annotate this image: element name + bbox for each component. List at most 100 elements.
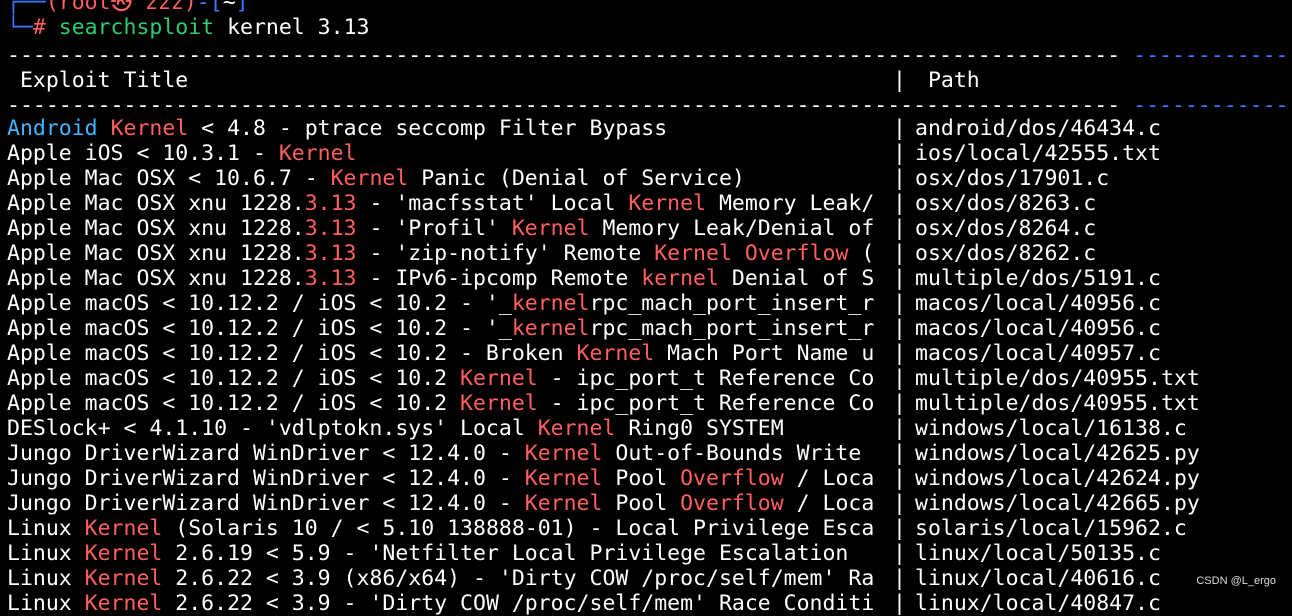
title-text: Apple macOS < 10.12.2 / iOS < 10.2 - Bro… — [7, 341, 577, 366]
table-row: Apple macOS < 10.12.2 / iOS < 10.2 Kerne… — [7, 391, 1292, 416]
keyword-highlight: Kernel — [84, 591, 163, 616]
exploit-rows: Android Kernel < 4.8 - ptrace seccomp Fi… — [7, 116, 1292, 616]
title-text: Apple iOS < 10.3.1 - — [7, 141, 279, 166]
command-line: └─# searchsploit kernel 3.13 — [7, 15, 1292, 40]
keyword-highlight: kernel — [511, 291, 590, 316]
table-row: Linux Kernel 2.6.19 < 5.9 - 'Netfilter L… — [7, 541, 1292, 566]
title-text: Jungo DriverWizard WinDriver < 12.4.0 - — [7, 491, 525, 516]
title-text: Apple Mac OSX xnu 1228. — [7, 216, 305, 241]
title-text: < 4.8 - ptrace seccomp Filter Bypass — [188, 116, 668, 141]
exploit-path: osx/dos/17901.c — [915, 166, 1110, 191]
header-separator: | — [893, 68, 906, 93]
keyword-highlight: Kernel — [511, 216, 590, 241]
column-separator: | — [893, 316, 906, 341]
keyword-highlight: Kernel — [84, 541, 163, 566]
exploit-title: Linux Kernel 2.6.22 < 3.9 - 'Dirty COW /… — [7, 591, 893, 616]
title-text: Apple macOS < 10.12.2 / iOS < 10.2 - '_ — [7, 316, 512, 341]
command-args: kernel 3.13 — [214, 15, 370, 40]
table-row: Apple Mac OSX < 10.6.7 - Kernel Panic (D… — [7, 166, 1292, 191]
title-text: / Loca — [783, 491, 875, 516]
keyword-highlight: Kernel — [654, 241, 732, 266]
column-separator: | — [893, 491, 906, 516]
table-row: Linux Kernel (Solaris 10 / < 5.10 138888… — [7, 516, 1292, 541]
column-separator: | — [893, 566, 906, 591]
prompt-cwd-open: -[ — [196, 0, 223, 15]
prompt-hash: # — [32, 15, 59, 40]
title-text: Linux — [7, 566, 85, 591]
column-separator: | — [893, 516, 906, 541]
exploit-title: Jungo DriverWizard WinDriver < 12.4.0 - … — [7, 491, 893, 516]
exploit-path: ios/local/42555.txt — [915, 141, 1161, 166]
exploit-title: DESlock+ < 4.1.10 - 'vdlptokn.sys' Local… — [7, 416, 893, 441]
keyword-highlight: Overflow — [744, 241, 849, 266]
title-text: (Solaris 10 / < 5.10 138888-01) - Local … — [162, 516, 875, 541]
terminal-output[interactable]: ┌──(root㉿ zzz)-[~] └─# searchsploit kern… — [7, 0, 1292, 616]
column-separator: | — [893, 366, 906, 391]
title-text: Apple Mac OSX xnu 1228. — [7, 241, 305, 266]
title-text: Apple Mac OSX xnu 1228. — [7, 266, 305, 291]
title-text: Jungo DriverWizard WinDriver < 12.4.0 - — [7, 441, 525, 466]
title-text: Apple macOS < 10.12.2 / iOS < 10.2 — [7, 366, 461, 391]
exploit-path: linux/local/40847.c — [915, 591, 1161, 616]
exploit-path: windows/local/42625.py — [915, 441, 1200, 466]
title-text: - 'macfsstat' Local — [356, 191, 629, 216]
header-path: Path — [915, 68, 980, 93]
title-text: rpc_mach_port_insert_r — [589, 316, 875, 341]
exploit-path: android/dos/46434.c — [915, 116, 1161, 141]
exploit-title: Apple Mac OSX xnu 1228.3.13 - 'macfsstat… — [7, 191, 893, 216]
exploit-title: Apple Mac OSX < 10.6.7 - Kernel Panic (D… — [7, 166, 893, 191]
column-separator: | — [893, 591, 906, 616]
title-text: 2.6.22 < 3.9 (x86/x64) - 'Dirty COW /pro… — [162, 566, 875, 591]
exploit-title: Apple macOS < 10.12.2 / iOS < 10.2 - '_k… — [7, 316, 893, 341]
title-text: Apple macOS < 10.12.2 / iOS < 10.2 - '_ — [7, 291, 512, 316]
exploit-path: osx/dos/8262.c — [915, 241, 1097, 266]
table-row: Jungo DriverWizard WinDriver < 12.4.0 - … — [7, 441, 1292, 466]
keyword-highlight: Kernel — [524, 491, 603, 516]
column-separator: | — [893, 341, 906, 366]
exploit-path: windows/local/42624.py — [915, 466, 1200, 491]
title-text: rpc_mach_port_insert_r — [589, 291, 875, 316]
prompt-cwd: ~ — [222, 0, 236, 15]
column-separator: | — [893, 291, 906, 316]
keyword-highlight: Kernel — [84, 566, 163, 591]
column-separator: | — [893, 266, 906, 291]
top-rule-title: ----------------------------------------… — [7, 46, 1121, 66]
keyword-highlight: kernel — [641, 266, 719, 291]
title-text — [732, 241, 745, 266]
table-row: Apple Mac OSX xnu 1228.3.13 - 'macfsstat… — [7, 191, 1292, 216]
exploit-title: Apple macOS < 10.12.2 / iOS < 10.2 Kerne… — [7, 391, 893, 416]
title-text: 2.6.22 < 3.9 - 'Dirty COW /proc/self/mem… — [162, 591, 875, 616]
title-text — [98, 116, 111, 141]
title-text: - 'Profil' — [356, 216, 512, 241]
title-text: / Loca — [783, 466, 875, 491]
title-text: DESlock+ < 4.1.10 - 'vdlptokn.sys' Local — [7, 416, 538, 441]
title-text: - ipc_port_t Reference Co — [537, 366, 875, 391]
table-row: Linux Kernel 2.6.22 < 3.9 - 'Dirty COW /… — [7, 591, 1292, 616]
exploit-path: linux/local/40616.c — [915, 566, 1161, 591]
title-text: Memory Leak/Denial of — [589, 216, 875, 241]
exploit-path: windows/local/16138.c — [915, 416, 1187, 441]
exploit-title: Apple Mac OSX xnu 1228.3.13 - 'zip-notif… — [7, 241, 893, 266]
table-row: Apple Mac OSX xnu 1228.3.13 - 'zip-notif… — [7, 241, 1292, 266]
table-row: Apple macOS < 10.12.2 / iOS < 10.2 - '_k… — [7, 291, 1292, 316]
table-header-rule: ----------------------------------------… — [7, 96, 1292, 116]
title-text: Ring0 SYSTEM — [615, 416, 784, 441]
exploit-title: Apple Mac OSX xnu 1228.3.13 - 'Profil' K… — [7, 216, 893, 241]
title-text: ( — [848, 241, 875, 266]
exploit-path: macos/local/40956.c — [915, 316, 1161, 341]
title-text: Apple Mac OSX < 10.6.7 - — [7, 166, 331, 191]
table-row: Jungo DriverWizard WinDriver < 12.4.0 - … — [7, 491, 1292, 516]
title-text: Linux — [7, 541, 85, 566]
keyword-highlight: Kernel — [110, 116, 189, 141]
keyword-highlight: Kernel — [330, 166, 409, 191]
table-header: Exploit Title | Path — [7, 66, 1292, 96]
keyword-highlight: Overflow — [680, 491, 784, 516]
keyword-highlight: Kernel — [628, 191, 706, 216]
table-row: Apple macOS < 10.12.2 / iOS < 10.2 - '_k… — [7, 316, 1292, 341]
column-separator: | — [893, 166, 906, 191]
title-text: Apple macOS < 10.12.2 / iOS < 10.2 — [7, 391, 461, 416]
table-row: DESlock+ < 4.1.10 - 'vdlptokn.sys' Local… — [7, 416, 1292, 441]
table-row: Apple Mac OSX xnu 1228.3.13 - IPv6-ipcom… — [7, 266, 1292, 291]
title-text: Mach Port Name u — [654, 341, 875, 366]
title-text: Jungo DriverWizard WinDriver < 12.4.0 - — [7, 466, 525, 491]
